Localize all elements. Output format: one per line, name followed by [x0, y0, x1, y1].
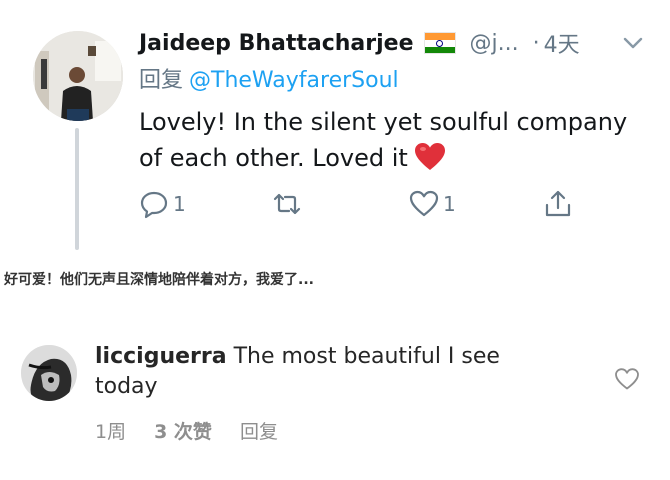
heart-outline-icon [409, 190, 439, 217]
comment-meta: 1周 3 次赞 回复 [95, 417, 306, 444]
tweet-card: Jaideep Bhattacharjee @j... · 4天 回复 @TheW… [0, 0, 670, 260]
red-heart-icon [414, 142, 446, 172]
share-icon [545, 190, 571, 217]
comment-username[interactable]: licciguerra [95, 344, 227, 369]
translation-caption: 好可爱！他们无声且深情地陪伴着对方，我爱了... [4, 272, 314, 288]
reply-handle-link[interactable]: @TheWayfarerSoul [189, 68, 399, 93]
commenter-avatar[interactable] [21, 345, 77, 401]
reply-icon [140, 191, 168, 219]
comment-likes[interactable]: 3 次赞 [154, 421, 212, 443]
tweet-body: Lovely! In the silent yet soulful compan… [139, 108, 628, 172]
instagram-comment: licciguerra The most beautiful I see tod… [0, 330, 670, 470]
reply-action[interactable]: 1 [139, 186, 186, 222]
comment-text: licciguerra The most beautiful I see tod… [95, 342, 535, 402]
tweet-actions: 1 1 [139, 186, 589, 222]
reply-count: 1 [173, 192, 186, 216]
like-action[interactable]: 1 [409, 186, 456, 222]
india-flag-icon [423, 32, 456, 54]
thread-line [75, 128, 79, 250]
author-handle[interactable]: @j... [470, 31, 519, 56]
separator-dot: · [532, 30, 540, 56]
tweet-timestamp[interactable]: 4天 [544, 27, 580, 59]
comment-time: 1周 [95, 421, 127, 443]
reply-prefix: 回复 [139, 68, 184, 93]
replying-to: 回复 @TheWayfarerSoul [139, 62, 399, 94]
heart-outline-icon[interactable] [614, 366, 640, 392]
author-name[interactable]: Jaideep Bhattacharjee [139, 31, 414, 56]
chevron-down-icon[interactable] [620, 30, 646, 56]
retweet-icon [273, 193, 301, 215]
comment-reply-button[interactable]: 回复 [240, 421, 278, 443]
share-action[interactable] [543, 186, 573, 222]
tweet-header: Jaideep Bhattacharjee @j... · 4天 [139, 26, 659, 60]
like-count: 1 [443, 192, 456, 216]
author-avatar[interactable] [33, 31, 123, 121]
tweet-text: Lovely! In the silent yet soulful compan… [139, 104, 649, 176]
retweet-action[interactable] [272, 186, 306, 222]
